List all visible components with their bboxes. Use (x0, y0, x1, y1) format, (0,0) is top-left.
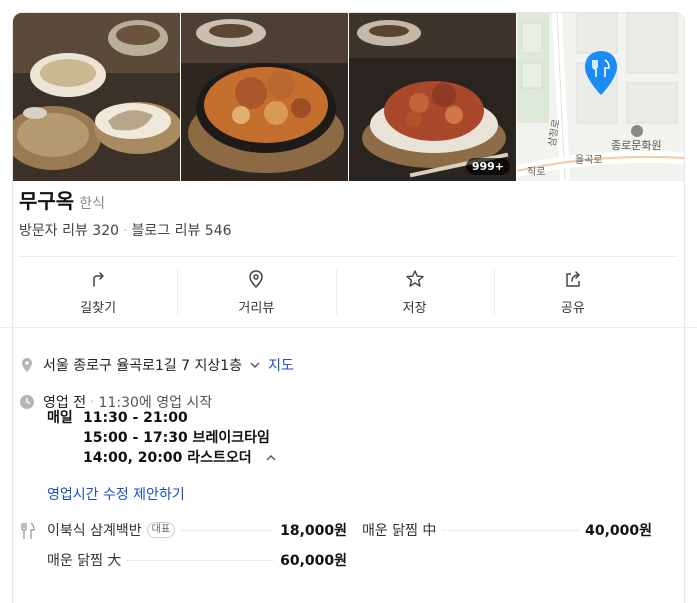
directions-icon (93, 271, 104, 287)
menu-item-price: 18,000원 (280, 523, 347, 539)
photo-count-badge[interactable]: 999+ (465, 158, 510, 175)
action-bar: 길찾기 거리뷰 저장 공유 (19, 257, 652, 327)
location-pin-icon[interactable] (583, 49, 619, 97)
section-divider (0, 327, 697, 336)
leader-line (181, 529, 275, 531)
streetview-button[interactable]: 거리뷰 (177, 257, 335, 327)
menu-item-price: 40,000원 (585, 523, 652, 539)
leader-line (127, 559, 275, 561)
map-road-label-3: 직로 (527, 167, 546, 178)
clock-icon (20, 395, 34, 409)
menu-item[interactable]: 매운 닭찜 中 40,000원 (362, 520, 652, 540)
place-category: 한식 (79, 196, 105, 212)
menu-item-name: 매운 닭찜 大 (47, 553, 122, 569)
photo-3[interactable]: 999+ (349, 13, 516, 181)
blog-reviews-link[interactable]: 블로그 리뷰 546 (131, 223, 231, 239)
map-link[interactable]: 지도 (268, 355, 294, 375)
menu-item[interactable]: 매운 닭찜 大 60,000원 (47, 550, 347, 570)
share-button[interactable]: 공유 (493, 257, 652, 327)
menu-item-name: 매운 닭찜 中 (362, 523, 437, 539)
directions-button[interactable]: 길찾기 (19, 257, 177, 327)
menu-item[interactable]: 이북식 삼계백반 대표 18,000원 (47, 520, 347, 540)
chevron-down-icon[interactable] (248, 358, 262, 372)
streetview-icon (249, 269, 264, 288)
map-poi-label: 종로문화원 (611, 139, 662, 152)
address-row: 서울 종로구 율곡로1길 7 지상1층 지도 (19, 355, 294, 375)
directions-label: 길찾기 (80, 300, 117, 316)
map-road-label: 율곡로 (575, 155, 603, 166)
place-name[interactable]: 무구옥 (19, 189, 74, 213)
photo-1[interactable] (13, 13, 180, 181)
suggest-hours-edit-link[interactable]: 영업시간 수정 제안하기 (47, 484, 185, 504)
share-label: 공유 (560, 300, 585, 316)
location-icon (22, 358, 32, 372)
streetview-label: 거리뷰 (238, 300, 275, 316)
review-summary: 방문자 리뷰 320 · 블로그 리뷰 546 (19, 220, 232, 240)
save-button[interactable]: 저장 (335, 257, 494, 327)
signature-badge: 대표 (146, 522, 176, 538)
address-text[interactable]: 서울 종로구 율곡로1길 7 지상1층 (43, 355, 242, 375)
separator-dot: · (123, 223, 128, 239)
leader-line (442, 529, 580, 531)
hours-last-order: 14:00, 20:00 라스트오더 (83, 450, 252, 466)
menu-item-name: 이북식 삼계백반 (47, 523, 142, 539)
menu-item-price: 60,000원 (280, 553, 347, 569)
save-label: 저장 (402, 300, 427, 316)
photo-strip: 999+ 종로문화원 율곡로 삼청로 직로 (13, 13, 684, 181)
map-thumbnail[interactable]: 종로문화원 율곡로 삼청로 직로 (517, 13, 684, 181)
place-header: 무구옥 한식 (19, 185, 105, 214)
visitor-reviews-link[interactable]: 방문자 리뷰 320 (19, 223, 119, 239)
hours-day-label: 매일 (47, 410, 73, 426)
hours-block: 매일 11:30 - 21:00 15:00 - 17:30 브레이크타임 14:… (47, 408, 278, 468)
share-icon (566, 270, 580, 287)
chevron-up-icon[interactable] (264, 451, 278, 465)
star-icon (405, 269, 424, 287)
fork-knife-icon (21, 522, 35, 539)
hours-open: 11:30 - 21:00 (83, 410, 188, 426)
photo-2[interactable] (181, 13, 348, 181)
hours-break: 15:00 - 17:30 브레이크타임 (83, 430, 270, 446)
